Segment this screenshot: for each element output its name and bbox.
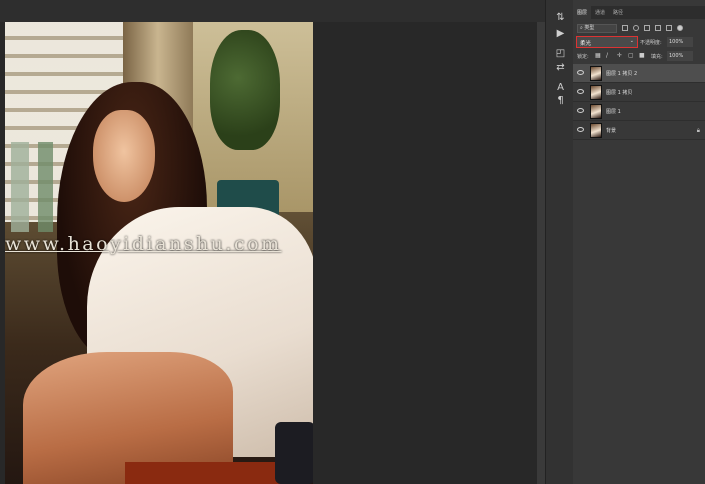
properties-icon[interactable]: ⇄ [555, 62, 566, 73]
play-actions-icon[interactable]: ▶ [555, 28, 566, 39]
lock-all-icon[interactable]: ■ [639, 53, 645, 59]
panel-dock-icons: ⇅ ▶ ◰ ⇄ A ¶ [545, 0, 573, 484]
blend-mode-value: 柔光 [580, 41, 592, 47]
opacity-field[interactable]: 100% [667, 37, 693, 47]
document-header-strip [0, 0, 545, 22]
layer-row[interactable]: 图层 1 拷贝 2 [573, 64, 705, 83]
eye-icon[interactable] [577, 108, 584, 113]
layer-thumbnail [590, 104, 602, 119]
layer-row[interactable]: 图层 1 拷贝 [573, 83, 705, 102]
lock-row: 锁定: ▦ / ✛ ▢ ■ 填充: 100% [573, 51, 705, 62]
lock-paint-icon[interactable]: / [606, 53, 612, 59]
shape-filter-icon[interactable] [655, 25, 661, 31]
document-canvas-area[interactable]: www.haoyidianshu.com [0, 0, 545, 484]
opacity-label: 不透明度: [640, 40, 662, 46]
lock-icon: 🔒︎ [696, 127, 700, 134]
layer-row[interactable]: 背景 🔒︎ [573, 121, 705, 140]
lock-transparent-icon[interactable]: ▦ [595, 53, 601, 59]
layer-list: 图层 1 拷贝 2 图层 1 拷贝 图层 1 背景 🔒︎ [573, 64, 705, 140]
lock-artboard-icon[interactable]: ▢ [628, 53, 634, 59]
type-filter-icon[interactable] [644, 25, 650, 31]
layer-name: 图层 1 拷贝 [606, 90, 633, 96]
photo-subject-face [93, 110, 155, 202]
tab-layers[interactable]: 图层 [573, 6, 592, 19]
layer-row[interactable]: 图层 1 [573, 102, 705, 121]
tab-channels[interactable]: 通道 [591, 6, 609, 19]
tab-paths[interactable]: 路径 [609, 6, 627, 19]
eye-icon[interactable] [577, 127, 584, 132]
photo-plant [210, 30, 280, 150]
smart-object-filter-icon[interactable] [666, 25, 672, 31]
layer-name: 背景 [606, 128, 617, 134]
layer-thumbnail [590, 123, 602, 138]
layer-name: 图层 1 [606, 109, 621, 115]
layer-thumbnail [590, 85, 602, 100]
layer-name: 图层 1 拷贝 2 [606, 71, 638, 77]
fill-label: 填充: [651, 54, 663, 60]
lock-position-icon[interactable]: ✛ [617, 53, 623, 59]
adjustments-icon[interactable]: ◰ [555, 48, 566, 59]
character-icon[interactable]: A [555, 82, 566, 93]
blend-mode-select[interactable]: 柔光 ⌄ [576, 36, 638, 48]
history-icon[interactable]: ⇅ [555, 12, 566, 23]
lock-label: 锁定: [577, 54, 589, 60]
filter-kind-select[interactable]: ⌕ 类型 [577, 23, 617, 33]
photo-chair [125, 462, 285, 484]
fill-field[interactable]: 100% [667, 51, 693, 61]
chevron-down-icon: ⌄ [629, 38, 634, 44]
watermark-text: www.haoyidianshu.com [5, 233, 282, 255]
photoshop-window: www.haoyidianshu.com ⇅ ▶ ◰ ⇄ A ¶ 图层 通道 路… [0, 0, 705, 484]
layers-panel: 图层 通道 路径 ⌕ 类型 柔光 ⌄ 不透明度: 100% 锁定: ▦ / ✛ [573, 0, 705, 484]
blend-row: 柔光 ⌄ 不透明度: 100% [573, 36, 705, 49]
eye-icon[interactable] [577, 89, 584, 94]
panel-tabs: 图层 通道 路径 [573, 6, 705, 19]
filter-kind-label: 类型 [584, 24, 595, 31]
paragraph-icon[interactable]: ¶ [555, 95, 566, 106]
pixel-filter-icon[interactable] [622, 25, 628, 31]
filter-toggle-icon[interactable] [677, 25, 683, 31]
adjustment-filter-icon[interactable] [633, 25, 639, 31]
layer-thumbnail [590, 66, 602, 81]
eye-icon[interactable] [577, 70, 584, 75]
layer-filter-row: ⌕ 类型 [573, 22, 705, 34]
canvas-vertical-scrollbar[interactable] [537, 22, 545, 484]
photo-subject-shorts [275, 422, 313, 484]
